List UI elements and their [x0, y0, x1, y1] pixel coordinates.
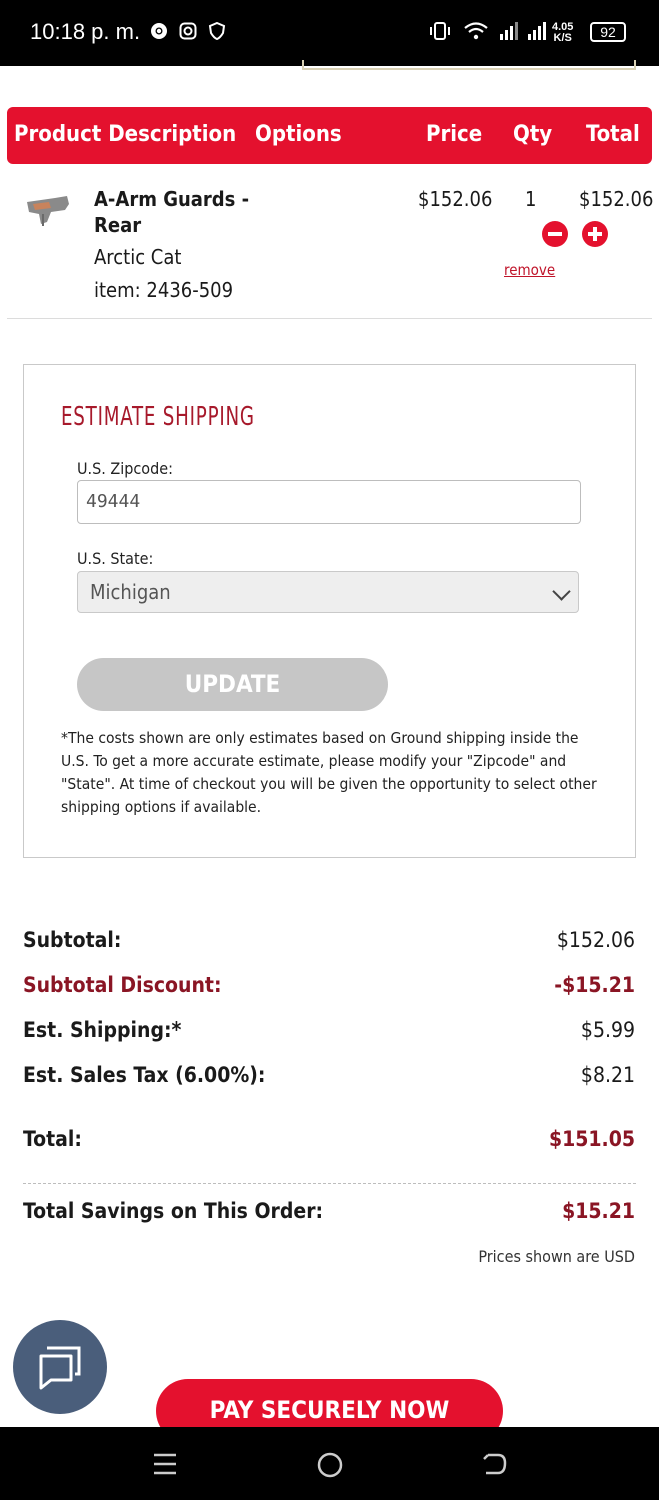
back-icon[interactable] [480, 1451, 508, 1479]
vibrate-icon [430, 22, 450, 40]
battery-indicator: 92 [590, 22, 626, 42]
shipping-value: $5.99 [580, 1018, 635, 1042]
home-icon[interactable] [316, 1451, 344, 1479]
product-brand: Arctic Cat [94, 245, 182, 269]
header-product: Product Description [14, 122, 237, 147]
shipping-note: *The costs shown are only estimates base… [61, 729, 597, 816]
partial-box [302, 60, 636, 70]
total-label: Total: [23, 1127, 82, 1151]
header-options: Options [255, 122, 342, 147]
system-nav-bar [0, 1427, 659, 1500]
product-thumbnail[interactable] [25, 192, 71, 228]
header-total: Total [586, 122, 640, 147]
discount-label: Subtotal Discount: [23, 973, 222, 997]
header-qty: Qty [513, 122, 553, 147]
net-speed-unit: K/S [553, 32, 572, 44]
product-qty: 1 [525, 187, 537, 211]
signal-icon [500, 22, 518, 40]
state-label: U.S. State: [77, 549, 154, 568]
cart-table-header: Product Description Options Price Qty To… [7, 107, 652, 164]
net-speed: 4.05 K/S [552, 22, 573, 44]
chat-icon [39, 1346, 81, 1390]
subtotal-label: Subtotal: [23, 928, 122, 952]
product-name[interactable]: A-Arm Guards - Rear [94, 186, 264, 238]
savings-label: Total Savings on This Order: [23, 1199, 324, 1223]
shield-icon [208, 22, 226, 40]
shipping-label: Est. Shipping:* [23, 1018, 182, 1042]
chat-button[interactable] [13, 1320, 107, 1414]
remove-link[interactable]: remove [504, 261, 555, 279]
tax-value: $8.21 [580, 1063, 635, 1087]
wifi-icon [464, 22, 488, 40]
tax-label: Est. Sales Tax (6.00%): [23, 1063, 266, 1087]
savings-value: $15.21 [562, 1199, 635, 1223]
chrome-icon [151, 23, 167, 39]
header-price: Price [426, 122, 483, 147]
signal-icon-2 [528, 22, 546, 40]
product-item-number: item: 2436-509 [94, 278, 234, 302]
menu-icon[interactable] [152, 1451, 178, 1477]
instagram-icon [179, 22, 197, 40]
total-value: $151.05 [548, 1127, 635, 1151]
estimate-shipping-title: ESTIMATE SHIPPING [61, 402, 255, 432]
zipcode-label: U.S. Zipcode: [77, 459, 173, 478]
status-bar: 10:18 p. m. 4.05 K/S 92 [0, 0, 659, 66]
subtotal-value: $152.06 [556, 928, 635, 952]
update-button[interactable]: UPDATE [77, 658, 388, 711]
currency-note: Prices shown are USD [478, 1247, 635, 1266]
product-total: $152.06 [579, 187, 654, 211]
status-time: 10:18 p. m. [30, 19, 141, 44]
state-select[interactable]: Michigan [77, 571, 579, 613]
zipcode-input[interactable]: 49444 [77, 480, 581, 524]
product-price: $152.06 [418, 187, 493, 211]
discount-value: -$15.21 [554, 973, 635, 997]
divider [7, 318, 652, 319]
decrease-qty-button[interactable] [542, 221, 568, 247]
totals-divider [23, 1183, 636, 1184]
increase-qty-button[interactable] [582, 221, 608, 247]
